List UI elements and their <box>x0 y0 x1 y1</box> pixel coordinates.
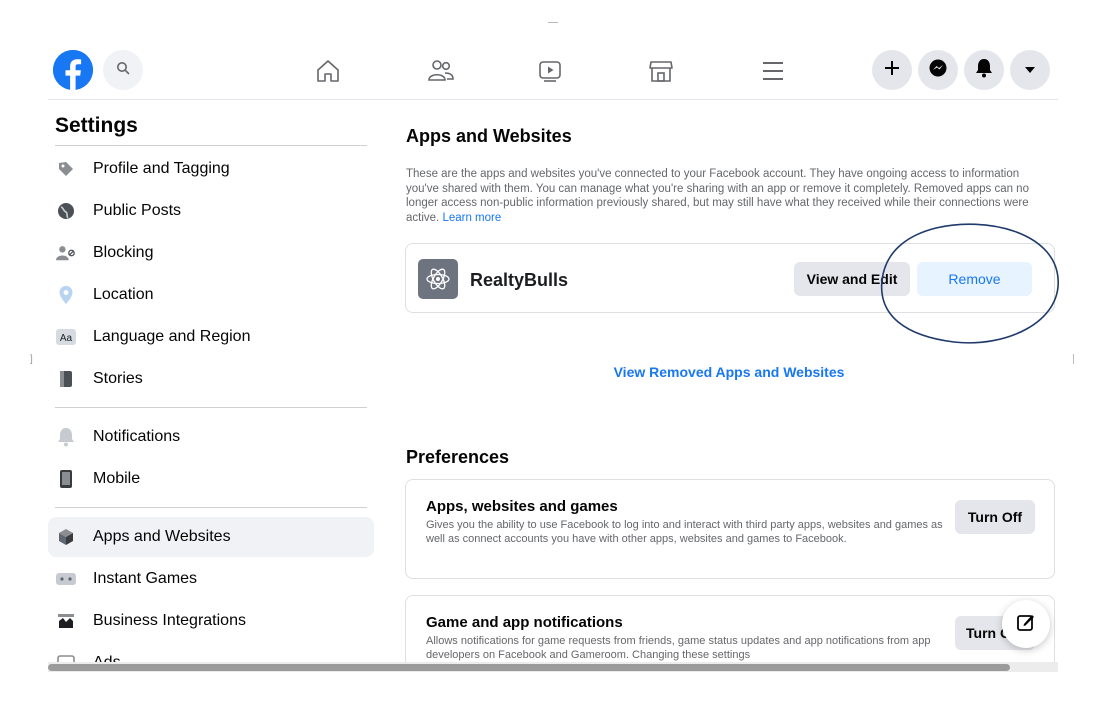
compose-icon <box>1016 612 1036 637</box>
location-pin-icon <box>56 285 76 305</box>
globe-icon <box>56 201 76 221</box>
sidebar-item-label: Notifications <box>93 428 181 445</box>
sidebar-item-instant-games[interactable]: Instant Games <box>48 559 374 599</box>
account-caret-icon <box>1024 61 1036 79</box>
sidebar-item-ads[interactable]: Ads <box>48 643 374 662</box>
remove-button[interactable]: Remove <box>917 262 1032 296</box>
sidebar-item-label: Mobile <box>93 470 141 487</box>
plus-icon <box>884 60 900 81</box>
sidebar-item-language-and-region[interactable]: Aa Language and Region <box>48 317 374 357</box>
view-and-edit-button[interactable]: View and Edit <box>794 262 910 296</box>
preference-card-apps-websites-games: Apps, websites and games Gives you the a… <box>405 479 1055 579</box>
preference-description: Allows notifications for game requests f… <box>426 635 931 661</box>
messenger-icon <box>928 58 948 83</box>
preference-description: Gives you the ability to use Facebook to… <box>426 519 943 545</box>
preference-title: Apps, websites and games <box>426 498 618 515</box>
sidebar-item-apps-and-websites[interactable]: Apps and Websites <box>48 517 374 557</box>
settings-sidebar: Settings Profile and Tagging Public Post… <box>48 100 378 662</box>
new-message-button[interactable] <box>1002 600 1050 648</box>
sidebar-item-label: Stories <box>93 370 143 387</box>
main-content: Apps and Websites These are the apps and… <box>392 100 1058 662</box>
cube-icon <box>56 527 76 547</box>
facebook-logo[interactable] <box>53 50 93 90</box>
sidebar-item-label: Ads <box>93 654 121 662</box>
top-navigation-bar <box>48 44 1058 100</box>
notifications-button[interactable] <box>964 50 1004 90</box>
menu-icon[interactable] <box>758 56 788 86</box>
view-removed-apps-link[interactable]: View Removed Apps and Websites <box>406 364 1052 380</box>
connected-app-card: RealtyBulls View and Edit Remove <box>405 243 1055 313</box>
search-icon <box>116 61 130 80</box>
sidebar-item-label: Public Posts <box>93 202 182 219</box>
preferences-heading: Preferences <box>406 447 510 467</box>
edge-mark <box>1073 354 1074 364</box>
sidebar-item-label: Location <box>93 286 154 303</box>
divider <box>55 407 367 408</box>
tag-icon <box>56 159 76 179</box>
business-icon <box>56 611 76 631</box>
apps-description: These are the apps and websites you've c… <box>406 167 1052 225</box>
sidebar-item-label: Instant Games <box>93 570 198 587</box>
friends-icon[interactable] <box>426 56 456 86</box>
messenger-button[interactable] <box>918 50 958 90</box>
divider <box>55 507 367 508</box>
phone-icon <box>56 469 76 489</box>
ads-icon <box>56 653 76 662</box>
blocked-user-icon <box>56 243 76 263</box>
marketplace-icon[interactable] <box>646 56 676 86</box>
sidebar-item-blocking[interactable]: Blocking <box>48 233 374 273</box>
preference-card-game-app-notifications: Game and app notifications Allows notifi… <box>405 595 1055 662</box>
sidebar-item-stories[interactable]: Stories <box>48 359 374 399</box>
divider <box>55 145 367 146</box>
edge-mark <box>548 22 558 23</box>
sidebar-item-business-integrations[interactable]: Business Integrations <box>48 601 374 641</box>
edge-mark: ] <box>30 354 33 365</box>
sidebar-item-label: Language and Region <box>93 328 251 345</box>
language-aa-icon: Aa <box>56 327 76 347</box>
notifications-icon <box>975 58 993 83</box>
sidebar-item-label: Blocking <box>93 244 154 261</box>
create-button[interactable] <box>872 50 912 90</box>
app-name: RealtyBulls <box>470 270 569 290</box>
account-menu-button[interactable] <box>1010 50 1050 90</box>
page-title: Apps and Websites <box>406 126 572 146</box>
sidebar-item-label: Business Integrations <box>93 612 246 629</box>
sidebar-item-mobile[interactable]: Mobile <box>48 459 374 499</box>
sidebar-item-label: Apps and Websites <box>93 528 231 545</box>
svg-text:Aa: Aa <box>60 333 73 344</box>
sidebar-item-public-posts[interactable]: Public Posts <box>48 191 374 231</box>
sidebar-item-label: Profile and Tagging <box>93 160 230 177</box>
watch-icon[interactable] <box>535 56 565 86</box>
atom-icon <box>418 259 458 299</box>
turn-off-button[interactable]: Turn Off <box>955 500 1035 534</box>
sidebar-item-profile-and-tagging[interactable]: Profile and Tagging <box>48 149 374 189</box>
sidebar-item-location[interactable]: Location <box>48 275 374 315</box>
sidebar-item-notifications[interactable]: Notifications <box>48 417 374 457</box>
search-button[interactable] <box>103 50 143 90</box>
learn-more-link[interactable]: Learn more <box>442 212 501 224</box>
home-icon[interactable] <box>313 56 343 86</box>
settings-title: Settings <box>55 114 138 137</box>
gamepad-icon <box>56 569 76 589</box>
book-icon <box>56 369 76 389</box>
bell-icon <box>56 427 76 447</box>
preference-title: Game and app notifications <box>426 614 623 631</box>
scrollbar-thumb[interactable] <box>48 664 1010 671</box>
